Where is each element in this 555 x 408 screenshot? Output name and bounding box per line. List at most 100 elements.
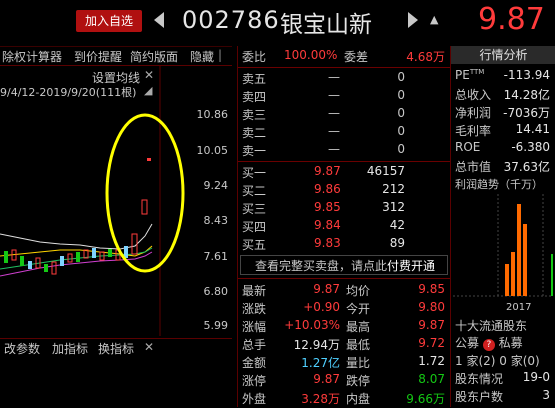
simple-layout-button[interactable]: 简约版面 bbox=[130, 48, 178, 65]
market-cap-value: 37.63亿 bbox=[503, 160, 550, 174]
net-profit-label: 净利润 bbox=[455, 106, 492, 120]
help-icon[interactable]: ? bbox=[482, 339, 495, 351]
trend-bar bbox=[523, 224, 527, 296]
bid-row[interactable]: 买二 9.86 212 bbox=[238, 182, 451, 200]
trend-bar bbox=[505, 264, 509, 296]
price-tick: 10.05 bbox=[197, 144, 229, 157]
pe-row: PETTM -113.94 bbox=[455, 68, 555, 86]
stat-label: 金额 bbox=[242, 356, 267, 370]
private-fund-label: 私募 bbox=[498, 336, 523, 350]
stat-label: 最新 bbox=[242, 284, 267, 298]
indicator-tabs: 改参数 加指标 换指标 ✕ bbox=[0, 338, 232, 359]
paid-activate-link[interactable]: 付费开通 bbox=[387, 257, 435, 274]
holder-info-value: 19-0 bbox=[522, 370, 550, 384]
highlight-circle bbox=[105, 113, 185, 273]
price-scale: 10.86 10.05 9.24 8.43 7.61 6.80 5.99 bbox=[197, 108, 229, 332]
edit-params-tab[interactable]: 改参数 bbox=[4, 340, 40, 357]
candle bbox=[28, 261, 32, 269]
divider bbox=[238, 67, 451, 68]
gross-margin-value: 14.41 bbox=[515, 122, 550, 136]
commission-diff-label: 委差 bbox=[344, 50, 369, 64]
bid-row[interactable]: 买三 9.85 312 bbox=[238, 200, 451, 218]
candle bbox=[44, 264, 48, 272]
previous-stock-icon[interactable] bbox=[154, 12, 164, 28]
ask-row[interactable]: 卖四 — 0 bbox=[238, 88, 451, 106]
tab-market-analysis[interactable]: 行情分析 bbox=[451, 46, 555, 64]
stock-code: 002786 bbox=[182, 6, 280, 34]
stat-row: 外盘 3.28万 内盘 9.66万 bbox=[238, 390, 451, 408]
alert-bell-icon[interactable]: ▲ bbox=[430, 14, 440, 26]
change-indicator-tab[interactable]: 换指标 bbox=[98, 340, 134, 357]
stat-value: +0.90 bbox=[303, 300, 340, 314]
candle bbox=[147, 158, 151, 161]
candle bbox=[131, 233, 138, 255]
candlestick-chart[interactable]: 设置均线 ✕ 9/4/12-2019/9/20(111根) ◢ 10.86 10… bbox=[0, 66, 232, 336]
stat-value: 3.28万 bbox=[301, 392, 340, 406]
roe-row: ROE -6.380 bbox=[455, 140, 555, 158]
stat-value: 9.85 bbox=[418, 282, 445, 296]
toolbar-divider-icon: | bbox=[218, 48, 223, 62]
ask-price: — bbox=[328, 70, 340, 84]
next-stock-icon[interactable] bbox=[408, 12, 418, 28]
candle bbox=[76, 252, 80, 262]
bid-label: 买五 bbox=[242, 238, 267, 252]
bid-label: 买二 bbox=[242, 184, 267, 198]
close-indicator-icon[interactable]: ✕ bbox=[144, 340, 154, 354]
holder-info-row[interactable]: 股东情况 19-0 bbox=[455, 370, 555, 388]
stat-label: 最高 bbox=[346, 320, 371, 334]
stat-value: 9.80 bbox=[418, 300, 445, 314]
ask-volume: 0 bbox=[397, 124, 405, 138]
candle bbox=[51, 261, 57, 275]
top-holders-label[interactable]: 十大流通股东 bbox=[455, 317, 555, 335]
price-tick: 5.99 bbox=[204, 319, 229, 332]
bid-price: 9.85 bbox=[314, 200, 341, 214]
add-indicator-tab[interactable]: 加指标 bbox=[52, 340, 88, 357]
stat-row: 涨停 9.87 跌停 8.07 bbox=[238, 372, 451, 390]
price-alert-button[interactable]: 到价提醒 bbox=[74, 48, 122, 65]
bid-row[interactable]: 买四 9.84 42 bbox=[238, 218, 451, 236]
stat-label: 涨幅 bbox=[242, 320, 267, 334]
price-tick: 8.43 bbox=[204, 214, 229, 227]
ask-label: 卖五 bbox=[242, 72, 267, 86]
candles bbox=[4, 158, 151, 275]
ask-row[interactable]: 卖二 — 0 bbox=[238, 124, 451, 142]
rights-calculator-button[interactable]: 除权计算器 bbox=[2, 48, 62, 65]
candle bbox=[108, 249, 112, 257]
candle bbox=[92, 248, 96, 258]
public-fund-label: 公募 bbox=[455, 336, 480, 350]
ask-volume: 0 bbox=[397, 88, 405, 102]
net-profit-value: -7036万 bbox=[503, 106, 550, 120]
stat-label: 涨停 bbox=[242, 374, 267, 388]
revenue-label: 总收入 bbox=[455, 88, 492, 102]
price-tick: 7.61 bbox=[204, 250, 229, 263]
bid-row[interactable]: 买五 9.83 89 bbox=[238, 236, 451, 254]
stat-value: 9.72 bbox=[418, 336, 445, 350]
roe-value: -6.380 bbox=[511, 140, 550, 154]
ask-row[interactable]: 卖三 — 0 bbox=[238, 106, 451, 124]
ask-label: 卖一 bbox=[242, 144, 267, 158]
ask-price: — bbox=[328, 142, 340, 156]
fund-row: 公募 ? 私募 bbox=[455, 334, 555, 352]
ask-row[interactable]: 卖五 — 0 bbox=[238, 70, 451, 88]
bid-row[interactable]: 买一 9.87 46157 bbox=[238, 164, 451, 182]
stat-value: 9.87 bbox=[313, 372, 340, 386]
add-to-watchlist-button[interactable]: 加入自选 bbox=[76, 10, 142, 32]
stat-value: +10.03% bbox=[284, 318, 340, 332]
stat-value: 9.66万 bbox=[406, 392, 445, 406]
candle bbox=[141, 199, 148, 215]
holder-count-row[interactable]: 股东户数 3 bbox=[455, 388, 555, 406]
ask-price: — bbox=[328, 88, 340, 102]
analysis-panel: 行情分析 PETTM -113.94 总收入 14.28亿 净利润 -7036万… bbox=[450, 46, 555, 407]
hide-button[interactable]: 隐藏 bbox=[190, 48, 214, 65]
stat-label: 量比 bbox=[346, 356, 371, 370]
profit-trend-chart[interactable]: 2017 bbox=[453, 194, 553, 314]
stat-value: 9.87 bbox=[418, 318, 445, 332]
trend-bar bbox=[517, 204, 521, 296]
price-tick: 6.80 bbox=[204, 285, 229, 298]
ask-row[interactable]: 卖一 — 0 bbox=[238, 142, 451, 160]
stat-value: 8.07 bbox=[418, 372, 445, 386]
stat-value: 9.87 bbox=[313, 282, 340, 296]
stat-label: 内盘 bbox=[346, 392, 371, 406]
bid-volume: 42 bbox=[389, 218, 405, 232]
full-order-book-banner[interactable]: 查看完整买卖盘，请点此 付费开通 bbox=[240, 255, 448, 275]
